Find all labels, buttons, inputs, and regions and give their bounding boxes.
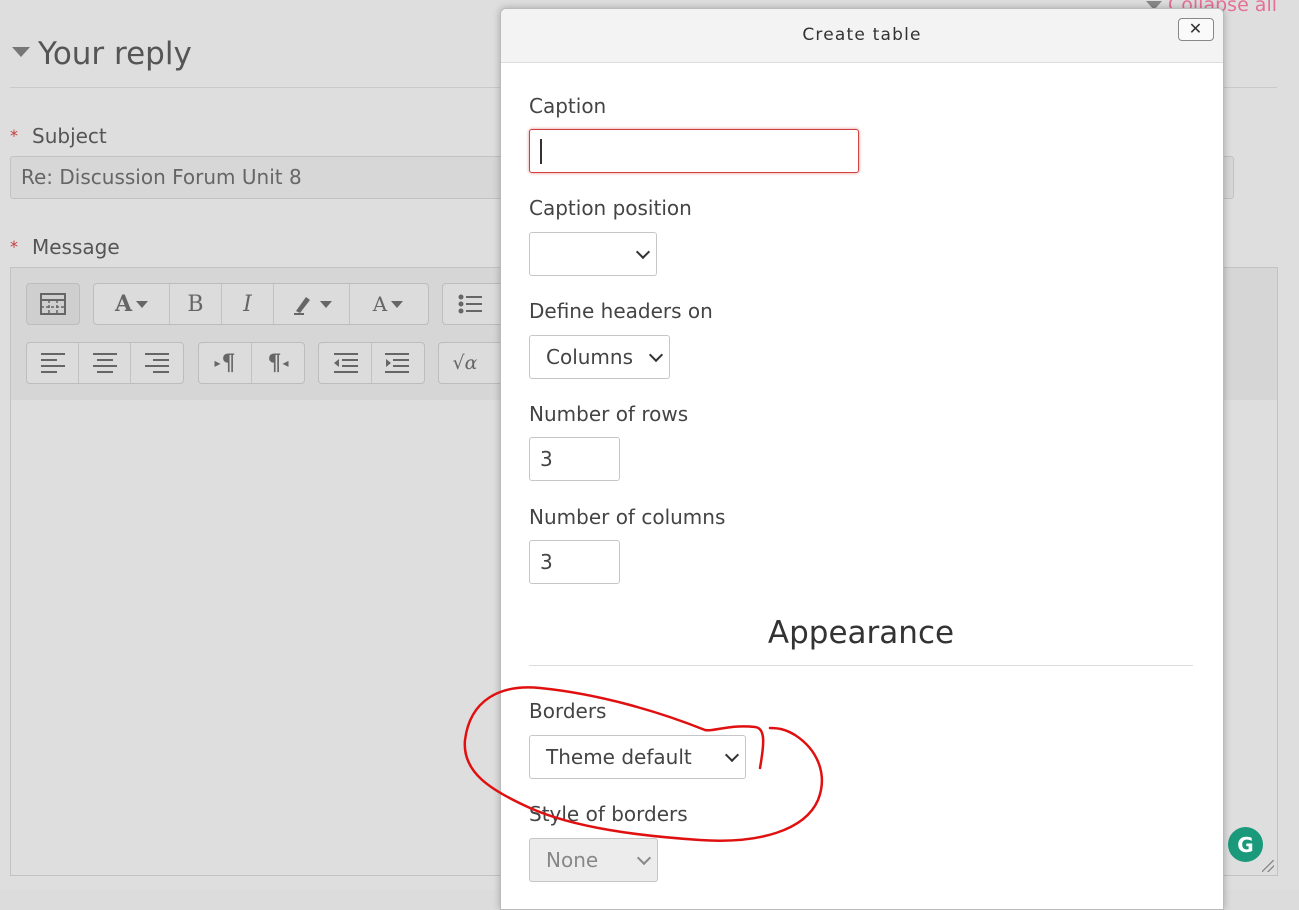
create-table-dialog: Create table ✕ Caption Caption position … <box>500 8 1224 910</box>
borders-select[interactable]: Theme default <box>529 735 746 779</box>
font-color-icon[interactable]: A <box>350 284 426 324</box>
expand-triangle-icon <box>12 46 30 57</box>
subject-label: * Subject <box>10 124 107 148</box>
grammarly-icon[interactable]: G <box>1228 827 1263 862</box>
chevron-down-icon <box>635 244 651 260</box>
headers-label: Define headers on <box>529 299 713 323</box>
toolbar-group-lists <box>442 283 502 325</box>
rows-input[interactable]: 3 <box>529 437 620 481</box>
message-label-text: Message <box>32 235 120 259</box>
caption-input[interactable] <box>529 129 859 173</box>
font-style-icon[interactable]: A <box>94 284 170 324</box>
bold-icon[interactable]: B <box>170 284 222 324</box>
columns-input[interactable]: 3 <box>529 540 620 584</box>
table-icon[interactable] <box>27 284 79 324</box>
rows-label: Number of rows <box>529 402 689 426</box>
dialog-header: Create table ✕ <box>501 9 1223 63</box>
caption-label: Caption <box>529 94 607 118</box>
close-icon: ✕ <box>1188 19 1204 38</box>
border-style-label: Style of borders <box>529 802 688 826</box>
indent-icon[interactable] <box>372 343 424 383</box>
resize-handle-icon[interactable] <box>1262 860 1274 872</box>
toolbar-group-table <box>26 283 80 325</box>
rtl-icon[interactable]: ¶ ◂ <box>252 343 304 383</box>
subject-label-text: Subject <box>32 124 107 148</box>
section-header[interactable]: Your reply <box>12 36 192 72</box>
caption-position-label: Caption position <box>529 196 692 220</box>
caption-position-select[interactable] <box>529 232 657 276</box>
chevron-down-icon <box>724 747 740 763</box>
border-style-select[interactable]: None <box>529 838 658 882</box>
bullet-list-icon[interactable] <box>443 284 497 324</box>
required-icon: * <box>10 126 18 145</box>
columns-label: Number of columns <box>529 505 726 529</box>
text-cursor <box>540 139 542 164</box>
section-title: Your reply <box>38 36 192 72</box>
borders-label: Borders <box>529 699 607 723</box>
appearance-heading: Appearance <box>767 615 955 651</box>
close-button[interactable]: ✕ <box>1178 18 1214 41</box>
headers-select[interactable]: Columns <box>529 335 670 379</box>
toolbar-group-direction: ▸ ¶ ¶ ◂ <box>198 342 305 384</box>
chevron-down-icon <box>636 850 652 866</box>
appearance-divider <box>529 665 1193 666</box>
equation-icon[interactable]: √α <box>439 343 491 383</box>
align-right-icon[interactable] <box>131 343 183 383</box>
align-center-icon[interactable] <box>79 343 131 383</box>
toolbar-group-format: A B I A <box>93 283 429 325</box>
outdent-icon[interactable] <box>319 343 372 383</box>
italic-icon[interactable]: I <box>222 284 274 324</box>
dialog-title: Create table <box>802 25 922 45</box>
toolbar-group-insert: √α <box>438 342 502 384</box>
message-label: * Message <box>10 235 120 259</box>
chevron-down-icon <box>648 347 664 363</box>
required-icon: * <box>10 237 18 256</box>
toolbar-group-align <box>26 342 184 384</box>
highlight-icon[interactable] <box>274 284 350 324</box>
ltr-icon[interactable]: ▸ ¶ <box>199 343 252 383</box>
align-left-icon[interactable] <box>27 343 79 383</box>
toolbar-group-indent <box>318 342 425 384</box>
